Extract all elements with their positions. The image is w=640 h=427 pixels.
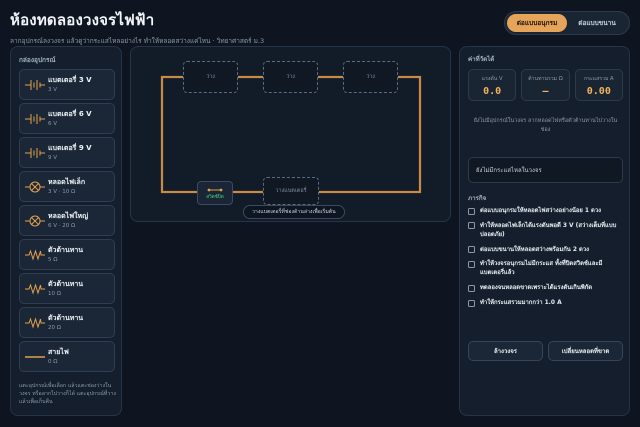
reading-label: แรงดัน V	[481, 76, 503, 82]
switch-state-label: สวิตช์ปิด	[206, 194, 224, 200]
readings-title: ค่าที่วัดได้	[468, 56, 495, 63]
bulb-icon	[25, 215, 45, 227]
task-text: ทำให้กระแสรวมมากกว่า 1.0 A	[480, 300, 562, 307]
part-spec: 3 V · 10 Ω	[48, 189, 76, 195]
part-spec: 0 Ω	[48, 359, 58, 365]
part-name: แบตเตอรี่ 3 V	[48, 76, 92, 84]
current-flow-status: ยังไม่มีกระแสไหลในวงจร	[468, 157, 623, 183]
battery-icon	[25, 148, 45, 158]
part-spec: 9 V	[48, 155, 58, 161]
part-name: แบตเตอรี่ 6 V	[48, 110, 92, 118]
replace-bulb-button[interactable]: เปลี่ยนหลอดที่ขาด	[548, 341, 623, 361]
part-spec: 10 Ω	[48, 291, 61, 297]
part-name: ตัวต้านทาน	[48, 246, 84, 254]
part-name: แบตเตอรี่ 9 V	[48, 144, 92, 152]
clear-circuit-button[interactable]: ล้างวงจร	[468, 341, 543, 361]
part-resistor-20[interactable]: ตัวต้านทาน 20 Ω	[19, 307, 115, 338]
toolbox-panel: กล่องอุปกรณ์ แบตเตอรี่ 3 V 3 V แบตเตอรี่…	[10, 46, 122, 416]
task-item: ทำให้กระแสรวมมากกว่า 1.0 A	[468, 299, 626, 308]
task-item: ต่อแบบอนุกรมให้หลอดไฟสว่างอย่างน้อย 1 ดว…	[468, 207, 626, 216]
circuit-slot-3[interactable]: ว่าง	[343, 61, 398, 93]
resistance-reading: ต้านทานรวม Ω —	[521, 69, 570, 101]
part-battery-3v[interactable]: แบตเตอรี่ 3 V 3 V	[19, 69, 115, 100]
task-checkbox	[468, 246, 475, 254]
reading-value: —	[542, 86, 549, 97]
reading-label: ต้านทานรวม Ω	[528, 76, 563, 82]
task-text: ทดลองจนหลอดขาดเพราะได้แรงดันเกินพิกัด	[480, 285, 593, 292]
reading-value: 0.0	[483, 86, 502, 97]
task-checkbox	[468, 260, 475, 268]
bulb-icon	[25, 181, 45, 193]
part-bulb-small[interactable]: หลอดไฟเล็ก 3 V · 10 Ω	[19, 171, 115, 202]
part-wire[interactable]: สายไฟ 0 Ω	[19, 341, 115, 372]
toolbox-list: แบตเตอรี่ 3 V 3 V แบตเตอรี่ 6 V 6 V แบตเ…	[19, 69, 115, 375]
task-item: ต่อแบบขนานให้หลอดสว่างพร้อมกัน 2 ดวง	[468, 246, 626, 255]
part-spec: 3 V	[48, 87, 58, 93]
part-battery-9v[interactable]: แบตเตอรี่ 9 V 9 V	[19, 137, 115, 168]
part-name: สายไฟ	[48, 348, 69, 356]
part-spec: 5 Ω	[48, 257, 58, 263]
tasks-title: ภารกิจ	[468, 195, 487, 202]
reading-value: 0.00	[586, 86, 611, 97]
page-header: ห้องทดลองวงจรไฟฟ้า ลากอุปกรณ์ลงวงจร แล้ว…	[10, 8, 264, 46]
part-battery-6v[interactable]: แบตเตอรี่ 6 V 6 V	[19, 103, 115, 134]
task-text: ทำให้วงจรอนุกรมไม่มีกระแส ทั้งที่ปิดสวิต…	[480, 261, 603, 277]
circuit-slot-1[interactable]: ว่าง	[183, 61, 238, 93]
voltage-reading: แรงดัน V 0.0	[468, 69, 517, 101]
parallel-mode-button[interactable]: ต่อแบบขนาน	[567, 14, 627, 32]
wire-icon	[25, 356, 45, 358]
series-mode-button[interactable]: ต่อแบบอนุกรม	[507, 14, 567, 32]
part-name: ตัวต้านทาน	[48, 314, 84, 322]
resistor-icon	[25, 283, 45, 295]
reading-label: กระแสรวม A	[584, 76, 614, 82]
task-item: ทำให้วงจรอนุกรมไม่มีกระแส ทั้งที่ปิดสวิต…	[468, 260, 626, 278]
resistor-icon	[25, 317, 45, 329]
part-spec: 20 Ω	[48, 325, 61, 331]
task-text: ต่อแบบอนุกรมให้หลอดไฟสว่างอย่างน้อย 1 ดว…	[480, 208, 602, 214]
circuit-board: ว่าง ว่าง ว่าง สวิตช์ปิด วางแบตเตอรี่ วา…	[130, 46, 451, 222]
task-checkbox	[468, 299, 475, 307]
task-text: ต่อแบบขนานให้หลอดสว่างพร้อมกัน 2 ดวง	[480, 246, 589, 253]
current-reading: กระแสรวม A 0.00	[574, 69, 623, 101]
part-bulb-large[interactable]: หลอดไฟใหญ่ 6 V · 20 Ω	[19, 205, 115, 236]
part-resistor-5[interactable]: ตัวต้านทาน 5 Ω	[19, 239, 115, 270]
task-checkbox	[468, 284, 475, 292]
battery-icon	[25, 114, 45, 124]
circuit-mode-toggle: ต่อแบบอนุกรม ต่อแบบขนาน	[504, 11, 630, 35]
part-name: หลอดไฟใหญ่	[48, 212, 89, 220]
part-resistor-10[interactable]: ตัวต้านทาน 10 Ω	[19, 273, 115, 304]
toolbox-title: กล่องอุปกรณ์	[19, 56, 56, 64]
circuit-status: ยังไม่มีอุปกรณ์ในวงจร ลากหลอดไฟหรือตัวต้…	[473, 118, 618, 134]
resistor-icon	[25, 249, 45, 261]
page-title: ห้องทดลองวงจรไฟฟ้า	[10, 11, 155, 29]
task-item: ทำให้หลอดไฟเล็กได้แรงดันพอดี 3 V (สว่างเ…	[468, 222, 626, 240]
task-text: ทำให้หลอดไฟเล็กได้แรงดันพอดี 3 V (สว่างเ…	[480, 222, 617, 238]
part-spec: 6 V · 20 Ω	[48, 223, 76, 229]
page-subtitle: ลากอุปกรณ์ลงวงจร แล้วดูว่ากระแสไหลอย่างไ…	[10, 37, 265, 45]
battery-icon	[25, 80, 45, 90]
part-name: ตัวต้านทาน	[48, 280, 84, 288]
readings-panel: ค่าที่วัดได้ แรงดัน V 0.0 ต้านทานรวม Ω —…	[459, 46, 630, 416]
battery-slot[interactable]: วางแบตเตอรี่	[263, 177, 319, 205]
part-spec: 6 V	[48, 121, 58, 127]
action-buttons: ล้างวงจร เปลี่ยนหลอดที่ขาด	[468, 341, 623, 361]
task-checkbox	[468, 207, 475, 215]
task-item: ทดลองจนหลอดขาดเพราะได้แรงดันเกินพิกัด	[468, 284, 626, 293]
board-hint: วางแบตเตอรี่ที่ช่องด้านล่างเพื่อเริ่มต้น	[243, 205, 345, 219]
switch-icon	[207, 188, 223, 191]
task-checkbox	[468, 222, 475, 230]
part-name: หลอดไฟเล็ก	[48, 178, 86, 186]
toolbox-instructions: แตะอุปกรณ์เพื่อเลือก แล้วแตะช่องว่างในวง…	[19, 383, 116, 406]
circuit-slot-2[interactable]: ว่าง	[263, 61, 318, 93]
task-list: ต่อแบบอนุกรมให้หลอดไฟสว่างอย่างน้อย 1 ดว…	[468, 207, 626, 314]
switch-toggle[interactable]: สวิตช์ปิด	[197, 181, 233, 205]
readings-row: แรงดัน V 0.0 ต้านทานรวม Ω — กระแสรวม A 0…	[468, 69, 623, 101]
